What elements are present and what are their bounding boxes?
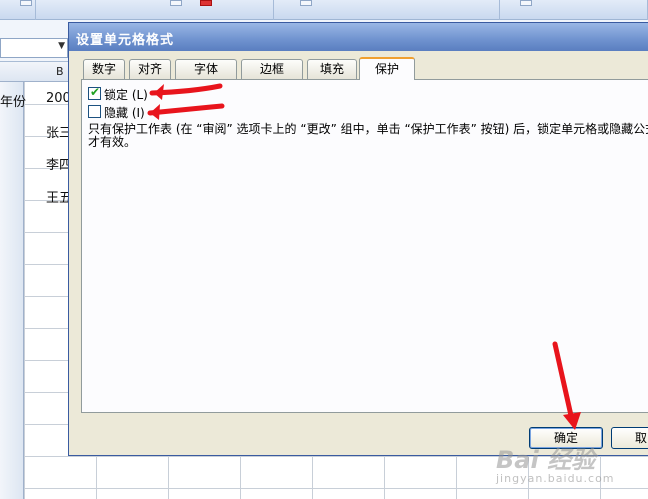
ribbon-button-icon[interactable]	[170, 0, 182, 6]
checkmark-icon: ✔	[90, 85, 101, 99]
tab-alignment[interactable]: 对齐	[129, 59, 171, 79]
hidden-checkbox[interactable]	[88, 105, 101, 118]
hidden-label[interactable]: 隐藏 (I)	[104, 104, 145, 121]
ribbon-color-icon[interactable]	[200, 0, 212, 6]
protection-panel: ✔ 锁定 (L) 隐藏 (I) 只有保护工作表 (在 “审阅” 选项卡上的 “更…	[81, 79, 648, 413]
cancel-button[interactable]: 取	[611, 427, 648, 449]
tab-font[interactable]: 字体	[175, 59, 237, 79]
ribbon-button-icon[interactable]	[20, 0, 32, 6]
dialog-title: 设置单元格格式	[76, 33, 175, 48]
tab-number[interactable]: 数字	[83, 59, 125, 79]
format-cells-dialog: 设置单元格格式 数字 对齐 字体 边框 填充 保护 ✔ 锁定 (L) 隐藏 (I…	[68, 22, 648, 456]
name-box[interactable]: ▼	[0, 38, 68, 58]
column-header-b[interactable]: B	[56, 65, 64, 78]
protection-description: 只有保护工作表 (在 “审阅” 选项卡上的 “更改” 组中，单击 “保护工作表”…	[88, 122, 648, 149]
watermark-url: jingyan.baidu.com	[496, 472, 615, 485]
tab-protection[interactable]: 保护	[359, 57, 415, 80]
tab-border[interactable]: 边框	[241, 59, 303, 79]
row-header-bar	[0, 82, 24, 499]
locked-label[interactable]: 锁定 (L)	[104, 86, 148, 103]
watermark-brand: Bai 经验	[496, 446, 596, 474]
ribbon-button-icon[interactable]	[300, 0, 312, 6]
ribbon	[0, 0, 648, 20]
ribbon-button-icon[interactable]	[520, 0, 532, 6]
dialog-title-bar[interactable]: 设置单元格格式	[69, 23, 648, 51]
cell-header-year[interactable]: 年份	[0, 91, 26, 110]
chevron-down-icon[interactable]: ▼	[58, 41, 65, 51]
tab-fill[interactable]: 填充	[307, 59, 357, 79]
locked-checkbox[interactable]: ✔	[88, 85, 101, 100]
ribbon-group[interactable]	[36, 0, 274, 20]
